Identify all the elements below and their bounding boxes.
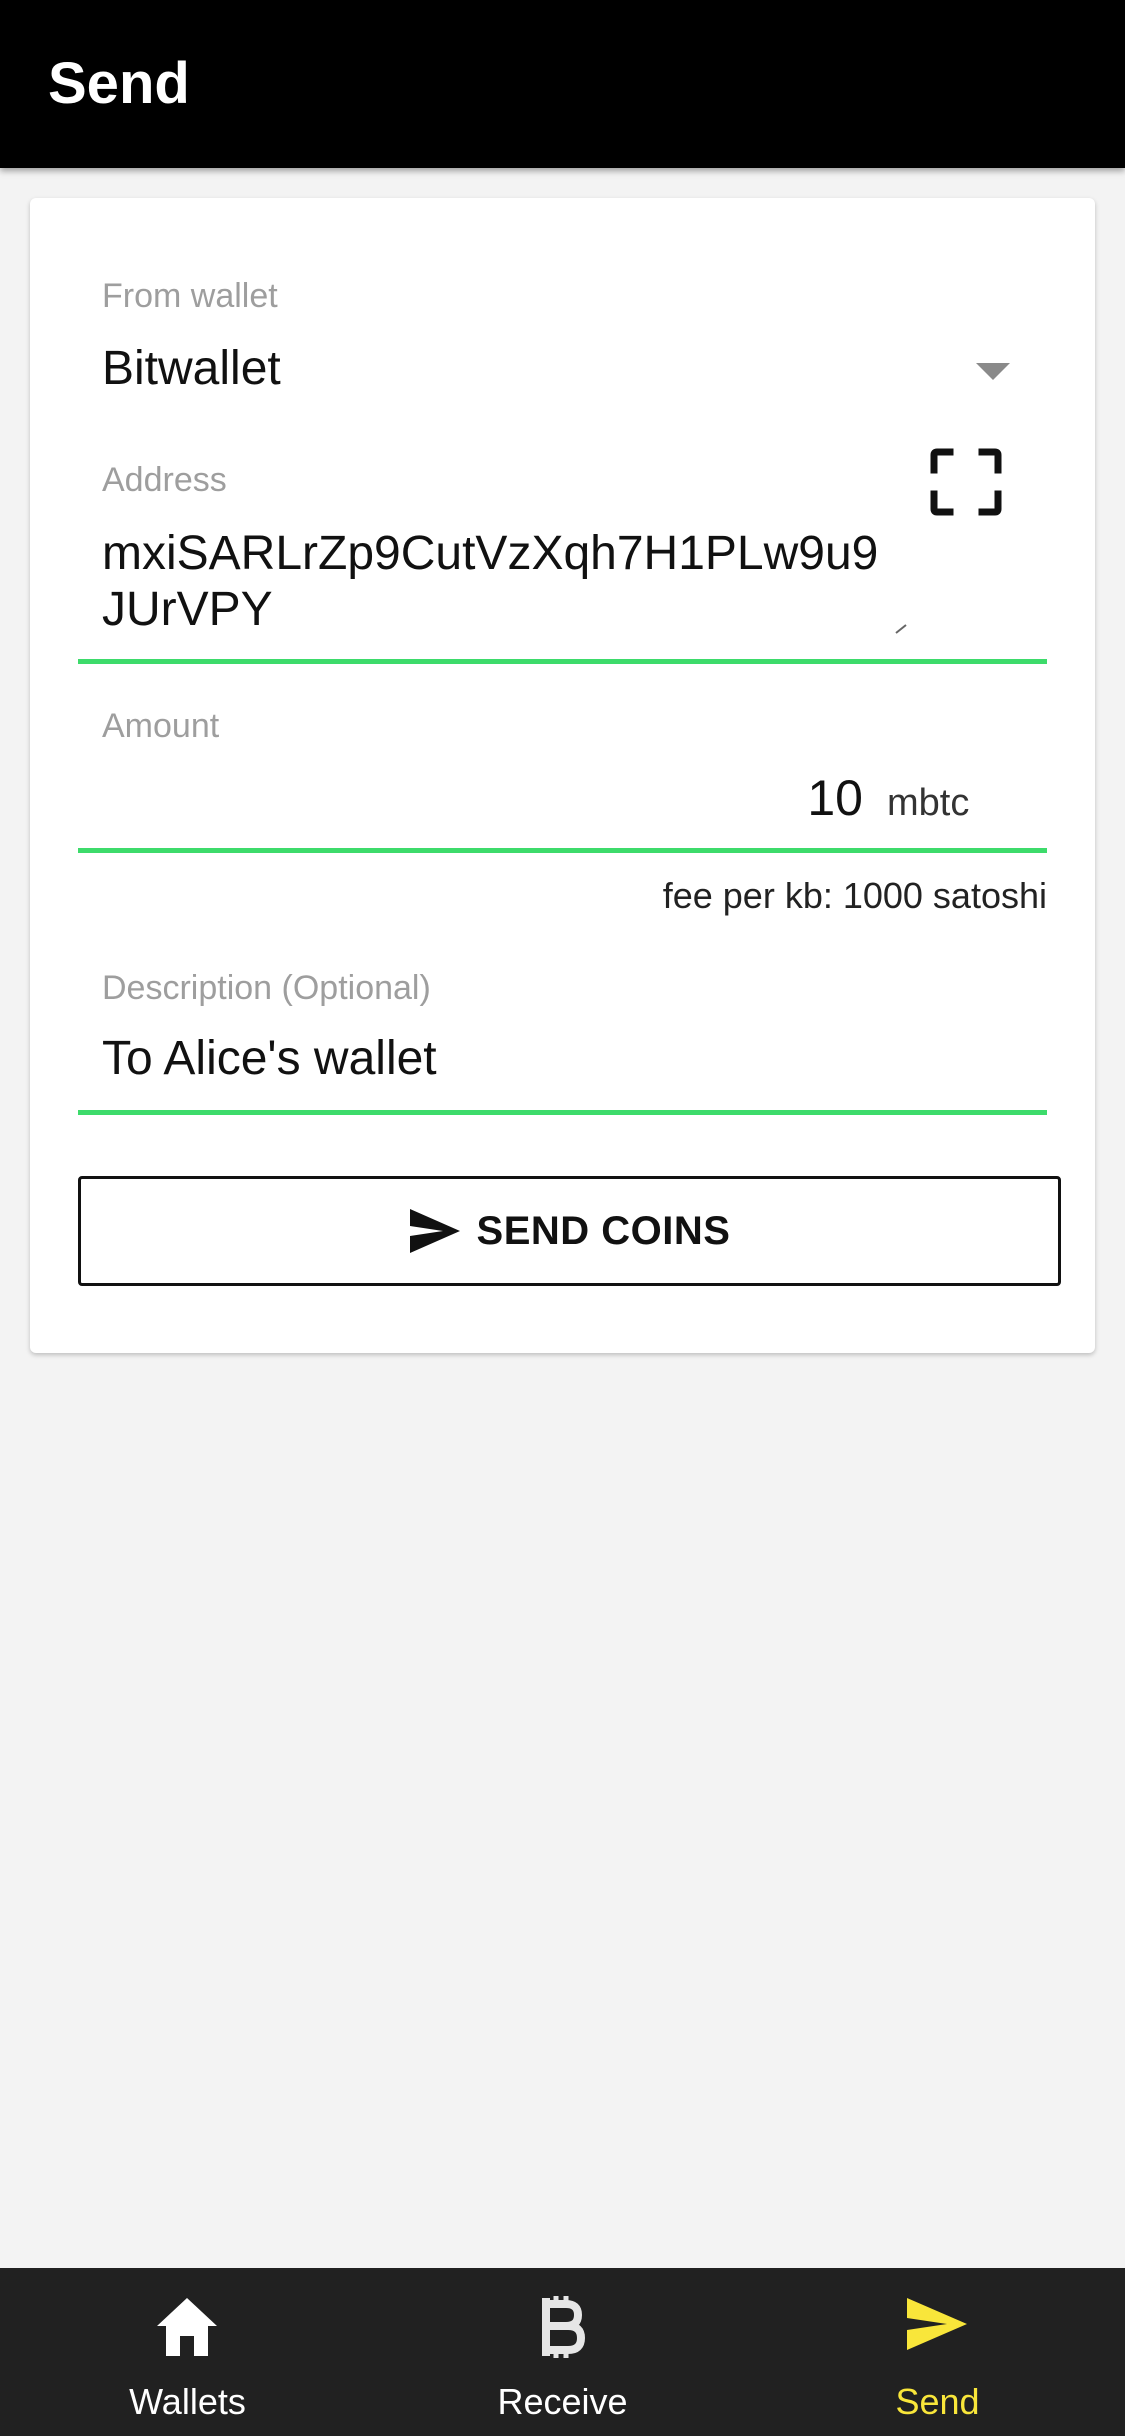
- send-form-card: From wallet Bitwallet Address mxiSARLrZp…: [30, 198, 1095, 1353]
- nav-label-send: Send: [895, 2381, 980, 2422]
- amount-input[interactable]: 10: [807, 768, 863, 828]
- page-title: Send: [48, 51, 190, 116]
- fee-text: fee per kb: 1000 satoshi: [662, 875, 1047, 916]
- address-underline: [78, 659, 1047, 664]
- bitcoin-icon: [542, 2296, 586, 2358]
- resize-grip-icon: [895, 624, 907, 634]
- nav-item-send[interactable]: Send: [750, 2268, 1125, 2436]
- qr-scan-icon[interactable]: [930, 448, 1002, 516]
- send-icon: [907, 2298, 967, 2350]
- description-label: Description (Optional): [102, 969, 431, 1007]
- wallet-select[interactable]: Bitwallet: [102, 341, 962, 397]
- nav-label-wallets: Wallets: [129, 2381, 246, 2422]
- amount-underline: [78, 848, 1047, 853]
- nav-label-receive: Receive: [497, 2381, 628, 2422]
- send-icon: [409, 1209, 460, 1253]
- address-label: Address: [102, 461, 227, 499]
- description-underline: [78, 1110, 1047, 1115]
- send-coins-button[interactable]: SEND COINS: [78, 1176, 1061, 1286]
- chevron-down-icon[interactable]: [976, 363, 1010, 380]
- amount-label: Amount: [102, 707, 220, 745]
- address-input[interactable]: mxiSARLrZp9CutVzXqh7H1PLw9u9JUrVPY: [102, 526, 902, 638]
- from-wallet-label: From wallet: [102, 277, 278, 315]
- send-coins-label: SEND COINS: [476, 1208, 731, 1253]
- description-input[interactable]: To Alice's wallet: [102, 1031, 1002, 1087]
- amount-unit: mbtc: [887, 782, 970, 824]
- nav-item-wallets[interactable]: Wallets: [0, 2268, 375, 2436]
- nav-item-receive[interactable]: Receive: [375, 2268, 750, 2436]
- app-bar: Send: [0, 0, 1125, 168]
- home-icon: [157, 2298, 217, 2356]
- bottom-navigation: Wallets Receive Send: [0, 2268, 1125, 2436]
